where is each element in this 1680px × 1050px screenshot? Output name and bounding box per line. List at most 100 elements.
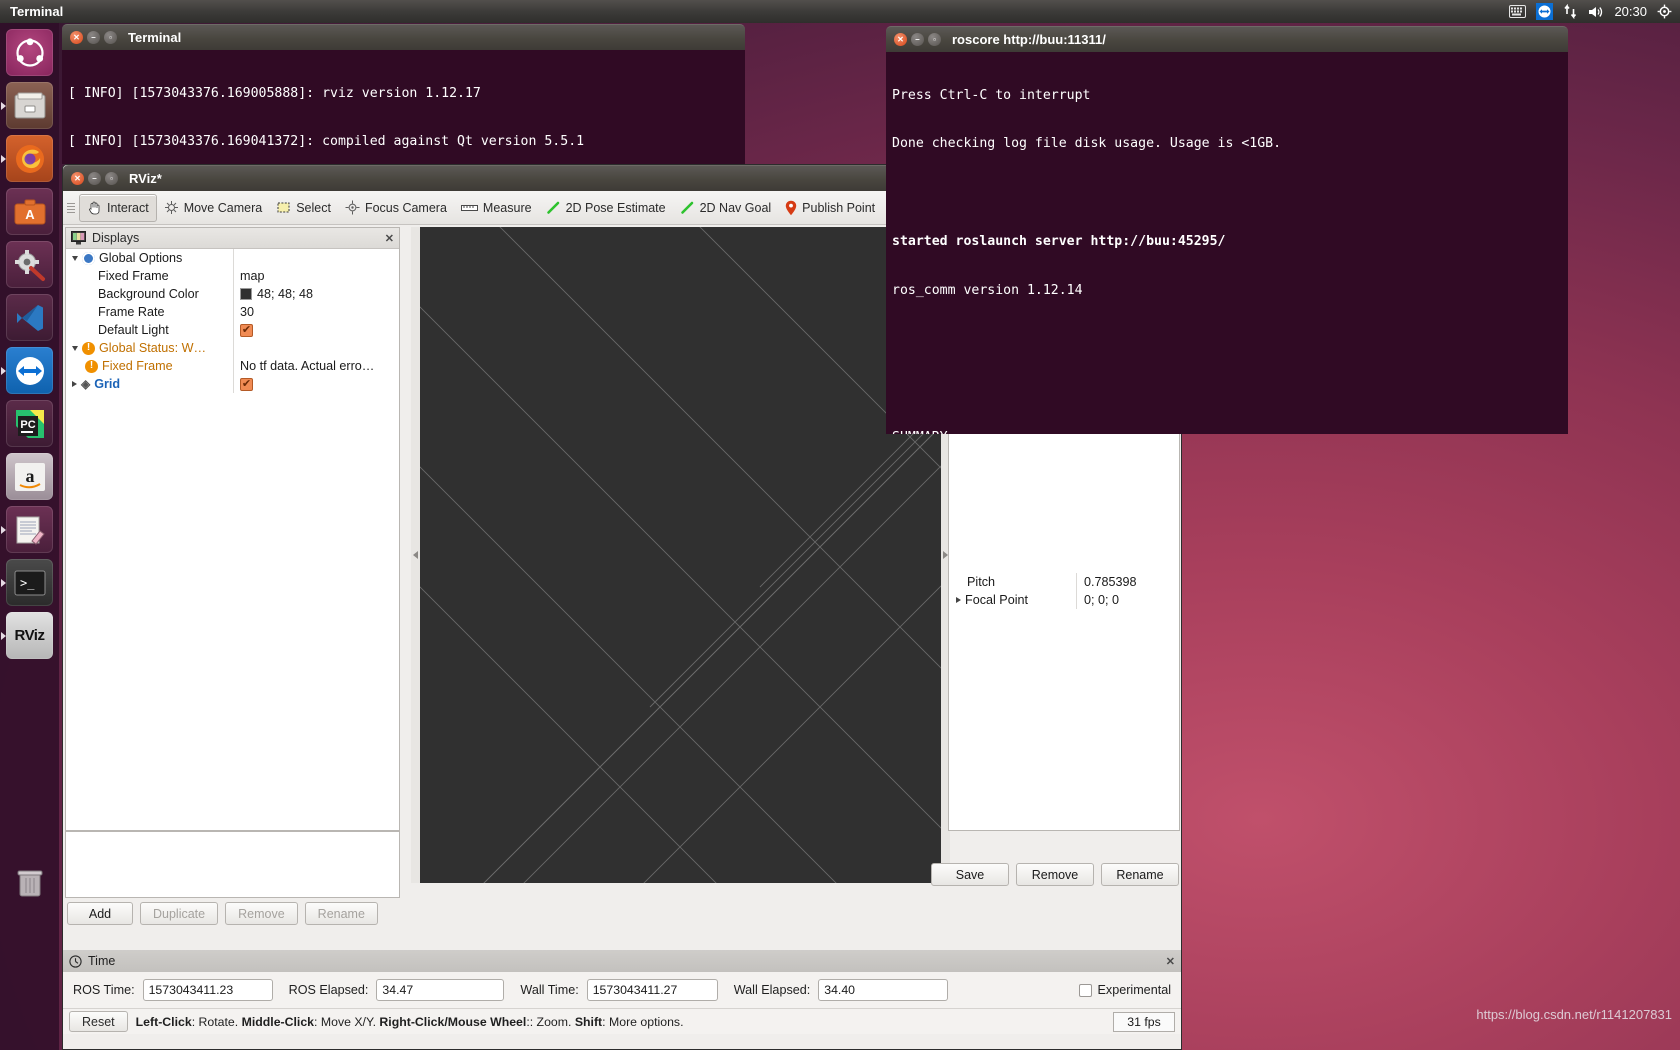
reset-button[interactable]: Reset xyxy=(69,1011,128,1032)
wall-elapsed-input[interactable]: 34.40 xyxy=(818,979,948,1001)
maximize-icon[interactable]: ▫ xyxy=(105,172,118,185)
tree-row-status-fixed-frame[interactable]: ! Fixed Frame No tf data. Actual erro… xyxy=(66,357,399,375)
tool-publish-point[interactable]: Publish Point xyxy=(778,194,882,222)
tree-row-global-status[interactable]: ! Global Status: W… xyxy=(66,339,399,357)
wall-time-input[interactable]: 1573043411.27 xyxy=(587,979,718,1001)
tree-row-grid[interactable]: ◈ Grid ✔ xyxy=(66,375,399,393)
time-panel-header: Time ✕ xyxy=(63,950,1181,972)
launcher-item-ubuntu-dash[interactable] xyxy=(6,29,53,76)
launcher-item-teamviewer[interactable] xyxy=(6,347,53,394)
launcher-item-settings[interactable] xyxy=(6,241,53,288)
remove-view-button[interactable]: Remove xyxy=(1016,863,1094,886)
close-icon[interactable]: ✕ xyxy=(1166,955,1175,968)
top-panel-app-title[interactable]: Terminal xyxy=(10,4,63,19)
launcher-item-text-editor[interactable] xyxy=(6,506,53,553)
tree-row-name-cell: Global Options xyxy=(66,251,233,265)
maximize-icon[interactable]: ▫ xyxy=(928,33,941,46)
tree-row-label: Background Color xyxy=(98,287,199,301)
keyboard-icon[interactable] xyxy=(1509,5,1526,18)
tool-interact[interactable]: Interact xyxy=(79,194,157,222)
save-view-button[interactable]: Save xyxy=(931,863,1009,886)
help-part: : More options. xyxy=(602,1015,683,1029)
close-icon[interactable]: ✕ xyxy=(71,172,84,185)
tree-row-name-cell: ◈ Grid xyxy=(66,377,233,391)
help-part: :: Zoom. xyxy=(526,1015,575,1029)
maximize-icon[interactable]: ▫ xyxy=(104,31,117,44)
rename-view-button[interactable]: Rename xyxy=(1101,863,1179,886)
chevron-right-icon[interactable] xyxy=(72,381,77,387)
displays-panel-title: Displays xyxy=(92,231,139,245)
tree-row-default-light[interactable]: Default Light ✔ xyxy=(66,321,399,339)
ros-elapsed-input[interactable]: 34.47 xyxy=(376,979,504,1001)
status-bar: Reset Left-Click: Rotate. Middle-Click: … xyxy=(63,1008,1181,1034)
help-part: Left-Click xyxy=(136,1015,192,1029)
close-icon[interactable]: ✕ xyxy=(385,232,394,245)
minimize-icon[interactable]: – xyxy=(911,33,924,46)
power-gear-icon[interactable] xyxy=(1657,4,1672,19)
tree-row-value-cell[interactable]: map xyxy=(233,267,399,285)
tree-row-fixed-frame[interactable]: Fixed Frame map xyxy=(66,267,399,285)
terminal-line: started roslaunch server http://buu:4529… xyxy=(892,234,1562,250)
tool-select[interactable]: Select xyxy=(269,194,338,222)
launcher-item-terminal[interactable]: >_ xyxy=(6,559,53,606)
left-splitter-handle[interactable] xyxy=(411,227,420,883)
close-icon[interactable]: ✕ xyxy=(70,31,83,44)
clock-label[interactable]: 20:30 xyxy=(1614,4,1647,19)
toolbar-grip[interactable] xyxy=(67,197,77,219)
launcher-item-firefox[interactable] xyxy=(6,135,53,182)
tree-row-frame-rate[interactable]: Frame Rate 30 xyxy=(66,303,399,321)
close-icon[interactable]: ✕ xyxy=(894,33,907,46)
roscore-terminal-output[interactable]: Press Ctrl-C to interrupt Done checking … xyxy=(886,52,1568,434)
roscore-titlebar[interactable]: ✕ – ▫ roscore http://buu:11311/ xyxy=(886,26,1568,52)
time-panel[interactable]: Time ✕ ROS Time: 1573043411.23 ROS Elaps… xyxy=(62,950,1182,1050)
launcher-item-vscode[interactable] xyxy=(6,294,53,341)
remove-display-button[interactable]: Remove xyxy=(225,902,298,925)
launcher-item-amazon[interactable]: a xyxy=(6,453,53,500)
chevron-down-icon[interactable] xyxy=(72,256,78,261)
grid-checkbox[interactable]: ✔ xyxy=(240,378,253,391)
ros-time-input[interactable]: 1573043411.23 xyxy=(143,979,273,1001)
views-row-focal-point[interactable]: Focal Point 0; 0; 0 xyxy=(949,591,1179,609)
displays-tree[interactable]: Global Options Fixed Frame map Backgroun… xyxy=(66,249,399,393)
tool-move-camera[interactable]: Move Camera xyxy=(157,194,270,222)
tree-row-value-cell[interactable]: 48; 48; 48 xyxy=(233,285,399,303)
terminal-1-titlebar[interactable]: ✕ – ▫ Terminal xyxy=(62,24,745,50)
launcher-item-rviz[interactable]: RViz xyxy=(6,612,53,659)
experimental-toggle[interactable]: Experimental xyxy=(1079,983,1172,997)
tool-measure[interactable]: Measure xyxy=(454,194,539,222)
terminal-window-1[interactable]: ✕ – ▫ Terminal [ INFO] [1573043376.16900… xyxy=(62,24,745,164)
volume-icon[interactable] xyxy=(1588,5,1604,19)
tree-row-background-color[interactable]: Background Color 48; 48; 48 xyxy=(66,285,399,303)
views-row-value-cell[interactable]: 0; 0; 0 xyxy=(1076,591,1179,609)
experimental-checkbox[interactable] xyxy=(1079,984,1092,997)
views-row-pitch[interactable]: Pitch 0.785398 xyxy=(949,573,1179,591)
roscore-terminal-window[interactable]: ✕ – ▫ roscore http://buu:11311/ Press Ct… xyxy=(886,26,1568,434)
default-light-checkbox[interactable]: ✔ xyxy=(240,324,253,337)
tool-2d-nav-goal[interactable]: 2D Nav Goal xyxy=(673,194,779,222)
launcher-item-pycharm[interactable]: PC xyxy=(6,400,53,447)
pose-arrow-icon xyxy=(546,200,561,215)
rename-display-button[interactable]: Rename xyxy=(305,902,378,925)
terminal-1-output[interactable]: [ INFO] [1573043376.169005888]: rviz ver… xyxy=(62,50,745,164)
tool-focus-camera[interactable]: Focus Camera xyxy=(338,194,454,222)
minimize-icon[interactable]: – xyxy=(88,172,101,185)
views-row-value-cell[interactable]: 0.785398 xyxy=(1076,573,1179,591)
tree-row-value-cell[interactable]: ✔ xyxy=(233,321,399,339)
tree-row-global-options[interactable]: Global Options xyxy=(66,249,399,267)
minimize-icon[interactable]: – xyxy=(87,31,100,44)
tree-row-value-cell[interactable]: ✔ xyxy=(233,375,399,393)
tool-2d-pose-estimate[interactable]: 2D Pose Estimate xyxy=(539,194,673,222)
launcher-item-files[interactable] xyxy=(6,82,53,129)
launcher-item-ubuntu-software[interactable]: A xyxy=(6,188,53,235)
displays-panel[interactable]: Displays ✕ Global Options Fixed Frame ma… xyxy=(65,227,400,831)
add-display-button[interactable]: Add xyxy=(67,902,133,925)
rviz-3d-view[interactable] xyxy=(420,227,941,883)
tree-row-name-cell: Default Light xyxy=(66,323,233,337)
chevron-right-icon[interactable] xyxy=(956,597,961,603)
launcher-item-trash[interactable] xyxy=(6,859,53,906)
network-icon[interactable] xyxy=(1563,4,1578,19)
duplicate-display-button[interactable]: Duplicate xyxy=(140,902,218,925)
teamviewer-icon[interactable] xyxy=(1536,3,1553,20)
tree-row-value-cell[interactable]: 30 xyxy=(233,303,399,321)
chevron-down-icon[interactable] xyxy=(72,346,78,351)
